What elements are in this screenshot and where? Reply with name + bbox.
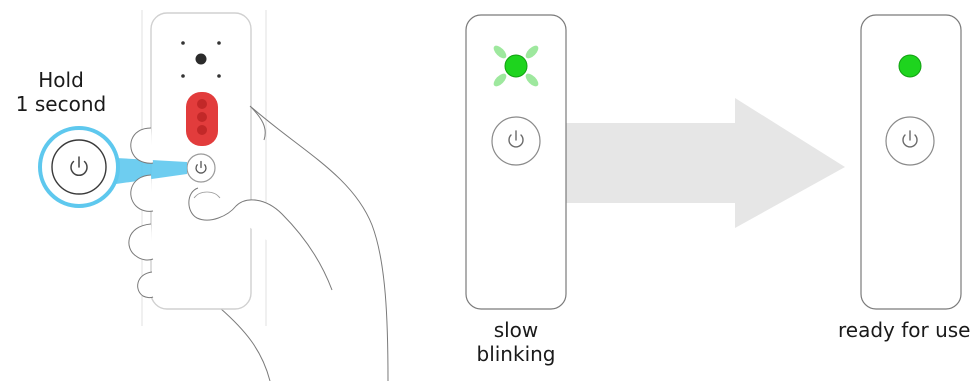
arrow-right bbox=[566, 98, 845, 228]
sensor-dot bbox=[181, 74, 185, 78]
red-panel-dot bbox=[197, 99, 207, 109]
state-label-slow-blinking: slow blinking bbox=[462, 318, 570, 366]
hold-instruction-line2: 1 second bbox=[15, 92, 107, 116]
device-ready-for-use bbox=[860, 14, 962, 310]
sensor-dot bbox=[217, 74, 221, 78]
hand-outline-palm bbox=[219, 307, 271, 381]
hand-outline-back bbox=[249, 105, 266, 141]
finger bbox=[137, 271, 154, 299]
power-button[interactable] bbox=[885, 116, 935, 166]
status-led bbox=[504, 54, 528, 78]
status-led bbox=[898, 54, 922, 78]
power-button[interactable] bbox=[491, 116, 541, 166]
red-panel-dot bbox=[197, 112, 207, 122]
hold-instruction-line1: Hold bbox=[38, 68, 84, 92]
finger bbox=[128, 223, 154, 261]
state-label-line2: blinking bbox=[476, 342, 556, 366]
camera-lens bbox=[195, 53, 207, 65]
device-in-hand bbox=[116, 12, 389, 381]
sensor-dot bbox=[217, 41, 221, 45]
finger bbox=[130, 127, 154, 164]
zoom-power-button bbox=[38, 126, 120, 208]
state-label-ready-for-use: ready for use bbox=[838, 318, 971, 342]
device-slow-blinking bbox=[465, 14, 567, 310]
state-label-line1: slow bbox=[493, 318, 539, 342]
red-panel-dot bbox=[197, 125, 207, 135]
hand-outline-wrist bbox=[249, 105, 389, 381]
sensor-dot bbox=[181, 41, 185, 45]
hold-instruction: Hold 1 second bbox=[0, 68, 122, 116]
